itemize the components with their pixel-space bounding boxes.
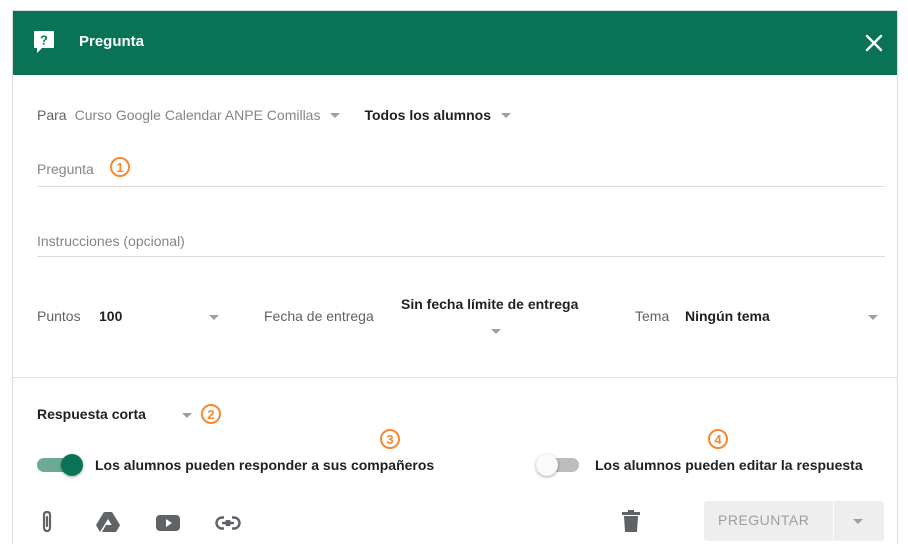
youtube-icon[interactable] [156,514,180,532]
due-value: Sin fecha límite de entrega [401,296,579,312]
course-chevron-down-icon [330,112,341,118]
question-placeholder: Pregunta [37,161,94,177]
edit-toggle[interactable] [535,453,587,477]
ask-button[interactable]: PREGUNTAR [704,501,884,541]
ask-button-divider [833,501,834,541]
students-chevron-down-icon [501,112,511,118]
reply-toggle-label: Los alumnos pueden responder a sus compa… [95,457,435,473]
section-divider [13,377,897,378]
reply-toggle-callout-marker: 3 [380,429,400,449]
points-value: 100 [99,308,123,324]
students-select[interactable]: Todos los alumnos [364,107,511,123]
link-icon[interactable] [215,516,241,530]
ask-options-chevron-down-icon[interactable] [853,519,863,524]
edit-toggle-label: Los alumnos pueden editar la respuesta [595,457,863,473]
audience-prefix: Para [37,107,67,123]
topic-value: Ningún tema [685,308,770,324]
instructions-placeholder: Instrucciones (opcional) [37,233,185,249]
edit-toggle-knob [536,454,558,476]
points-chevron-down-icon [209,315,219,320]
answer-type-callout-marker: 2 [201,404,221,424]
svg-text:?: ? [40,33,48,48]
ask-button-label: PREGUNTAR [718,512,810,528]
topic-select[interactable]: Ningún tema [685,299,885,333]
due-select[interactable]: Sin fecha límite de entrega [399,294,595,342]
answer-type-chevron-down-icon [182,413,192,418]
answer-type-select[interactable]: Respuesta corta [37,401,203,427]
due-chevron-down-icon [491,329,501,334]
dialog-header: ? Pregunta [13,11,897,75]
question-field[interactable]: Pregunta 1 [37,155,885,187]
question-dialog: ? Pregunta Para Curso Google Calendar AN… [12,10,898,544]
question-mark-icon: ? [34,31,54,53]
topic-chevron-down-icon [868,315,878,320]
instructions-field[interactable]: Instrucciones (opcional) [37,225,885,257]
drive-icon[interactable] [95,511,121,533]
paperclip-icon[interactable] [39,510,55,534]
topic-label: Tema [635,308,670,324]
trash-icon[interactable] [622,510,640,532]
points-label: Puntos [37,308,81,324]
course-select[interactable]: Curso Google Calendar ANPE Comillas [75,107,341,123]
close-icon[interactable] [862,31,886,55]
students-select-value: Todos los alumnos [364,107,491,123]
audience-row: Para Curso Google Calendar ANPE Comillas… [37,103,511,127]
reply-toggle[interactable] [37,453,89,477]
reply-toggle-knob [61,454,83,476]
edit-toggle-callout-marker: 4 [708,429,728,449]
answer-type-value: Respuesta corta [37,406,146,422]
due-label: Fecha de entrega [264,308,374,324]
dialog-title: Pregunta [79,33,145,50]
question-callout-marker: 1 [110,157,130,177]
points-select[interactable]: 100 [99,299,225,333]
course-select-value: Curso Google Calendar ANPE Comillas [74,107,321,123]
